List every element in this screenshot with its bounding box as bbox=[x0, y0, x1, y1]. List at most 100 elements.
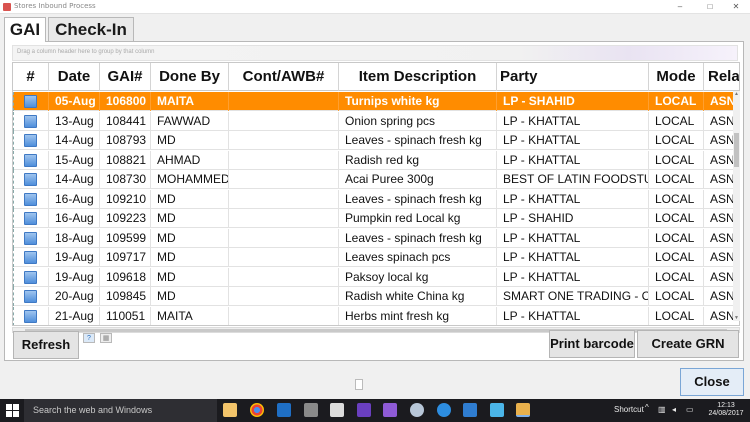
cell-party: LP - SHAHID bbox=[497, 92, 649, 111]
tray-volume-icon[interactable]: ◂ bbox=[672, 405, 676, 414]
col-header-rela[interactable]: Rela bbox=[704, 63, 739, 91]
table-row[interactable]: 20-Aug 109845 MD Radish white China kg SMART… bbox=[13, 287, 739, 306]
scroll-down-arrow-icon[interactable]: ▼ bbox=[733, 315, 740, 321]
table-row[interactable]: 18-Aug 109599 MD Leaves - spinach fresh kg L… bbox=[13, 228, 739, 248]
gai-panel: Drag a column header here to group by th… bbox=[4, 41, 744, 361]
cell-party: LP - SHAHID bbox=[497, 209, 649, 228]
table-row[interactable]: 16-Aug 109210 MD Leaves - spinach fresh kg L… bbox=[13, 189, 739, 209]
tray-network-icon[interactable]: ▥ bbox=[658, 405, 666, 414]
scroll-up-arrow-icon[interactable]: ▲ bbox=[733, 91, 740, 97]
cell-checkbox[interactable] bbox=[13, 111, 49, 131]
table-row[interactable]: 19-Aug 109717 MD Leaves spinach pcs LP - KHA… bbox=[13, 248, 739, 267]
col-header-party[interactable]: Party bbox=[497, 63, 649, 91]
table-row[interactable]: 14-Aug 108730 MOHAMMED Acai Puree 300g BEST … bbox=[13, 170, 739, 189]
notepad-icon[interactable] bbox=[330, 403, 344, 417]
cell-checkbox[interactable] bbox=[13, 287, 49, 306]
cell-checkbox[interactable] bbox=[13, 228, 49, 248]
maximize-button[interactable]: □ bbox=[696, 0, 724, 14]
edge-icon[interactable] bbox=[437, 403, 451, 417]
windows-start-icon[interactable] bbox=[6, 404, 19, 417]
table-row[interactable]: 13-Aug 108441 FAWWAD Onion spring pcs LP - K… bbox=[13, 111, 739, 131]
row-select-checkbox[interactable] bbox=[24, 290, 37, 303]
row-select-checkbox[interactable] bbox=[24, 212, 37, 225]
cell-done-by: MD bbox=[151, 248, 229, 267]
row-select-checkbox[interactable] bbox=[24, 153, 37, 167]
print-barcode-button[interactable]: Print barcode bbox=[549, 330, 635, 358]
file-explorer-icon[interactable] bbox=[223, 403, 237, 417]
cell-checkbox[interactable] bbox=[13, 209, 49, 228]
table-row[interactable]: 14-Aug 108793 MD Leaves - spinach fresh kg L… bbox=[13, 131, 739, 150]
grid-vertical-scrollbar[interactable]: ▲ ▼ bbox=[733, 91, 740, 321]
taskbar-clock[interactable]: 12:13 24/08/2017 bbox=[706, 402, 746, 418]
cell-party: SMART ONE TRADING - C... bbox=[497, 287, 649, 306]
taskbar-search-box[interactable]: Search the web and Windows bbox=[24, 399, 217, 422]
cell-date: 19-Aug bbox=[49, 248, 100, 267]
row-indicator bbox=[13, 111, 21, 131]
cell-date: 13-Aug bbox=[49, 111, 100, 131]
group-by-bar[interactable]: Drag a column header here to group by th… bbox=[12, 45, 738, 61]
table-row[interactable]: 05-Aug 106800 MAITA Turnips white kg LP - SH… bbox=[13, 92, 739, 111]
help-icon[interactable]: ? bbox=[83, 333, 95, 343]
row-select-checkbox[interactable] bbox=[24, 192, 37, 206]
stores-app-icon[interactable] bbox=[516, 403, 530, 417]
cell-checkbox[interactable] bbox=[13, 189, 49, 209]
row-select-checkbox[interactable] bbox=[24, 95, 37, 108]
tray-chevron-icon[interactable]: ^ bbox=[645, 403, 649, 412]
table-row[interactable]: 21-Aug 110051 MAITA Herbs mint fresh kg LP -… bbox=[13, 306, 739, 325]
row-select-checkbox[interactable] bbox=[24, 134, 37, 147]
cell-done-by: MAITA bbox=[151, 306, 229, 325]
tray-language-icon[interactable]: ▭ bbox=[686, 405, 694, 414]
col-header-done-by[interactable]: Done By bbox=[151, 63, 229, 91]
tray-shortcut-label[interactable]: Shortcut bbox=[614, 405, 644, 414]
cell-party: LP - KHATTAL bbox=[497, 306, 649, 325]
close-button[interactable]: Close bbox=[680, 368, 744, 396]
row-select-checkbox[interactable] bbox=[24, 173, 37, 186]
col-header-date[interactable]: Date bbox=[49, 63, 100, 91]
row-select-checkbox[interactable] bbox=[24, 114, 37, 128]
cell-gai: 108793 bbox=[100, 131, 151, 150]
cell-party: LP - KHATTAL bbox=[497, 111, 649, 131]
cell-checkbox[interactable] bbox=[13, 306, 49, 325]
col-header-cont-awb[interactable]: Cont/AWB# bbox=[229, 63, 339, 91]
col-header-gai[interactable]: GAI# bbox=[100, 63, 151, 91]
table-row[interactable]: 16-Aug 109223 MD Pumpkin red Local kg LP - S… bbox=[13, 209, 739, 228]
close-window-button[interactable]: ✕ bbox=[722, 0, 750, 14]
table-row[interactable]: 19-Aug 109618 MD Paksoy local kg LP - KHATTA… bbox=[13, 267, 739, 287]
col-header-mode[interactable]: Mode bbox=[649, 63, 704, 91]
col-header-item-description[interactable]: Item Description bbox=[339, 63, 497, 91]
row-select-checkbox[interactable] bbox=[24, 231, 37, 245]
row-select-checkbox[interactable] bbox=[24, 251, 37, 264]
tab-check-in[interactable]: Check-In bbox=[48, 17, 134, 41]
cell-mode: LOCAL bbox=[649, 170, 704, 189]
refresh-button[interactable]: Refresh bbox=[13, 331, 79, 359]
minimize-button[interactable]: – bbox=[666, 0, 694, 14]
row-select-checkbox[interactable] bbox=[24, 270, 37, 284]
tools-icon[interactable] bbox=[304, 403, 318, 417]
cell-checkbox[interactable] bbox=[13, 267, 49, 287]
app-icon-blue[interactable] bbox=[463, 403, 477, 417]
app-icon-gray[interactable] bbox=[410, 403, 424, 417]
cell-checkbox[interactable] bbox=[13, 131, 49, 150]
row-indicator bbox=[13, 92, 21, 111]
tab-gai[interactable]: GAI bbox=[4, 17, 46, 42]
grid-header: # Date GAI# Done By Cont/AWB# Item Descr… bbox=[13, 63, 739, 91]
grid-settings-icon[interactable]: ▦ bbox=[100, 333, 112, 343]
cell-done-by: MD bbox=[151, 189, 229, 209]
cell-checkbox[interactable] bbox=[13, 150, 49, 170]
create-grn-button[interactable]: Create GRN bbox=[637, 330, 739, 358]
scroll-thumb[interactable] bbox=[734, 133, 739, 167]
cell-checkbox[interactable] bbox=[13, 170, 49, 189]
table-row[interactable]: 15-Aug 108821 AHMAD Radish red kg LP - KHATT… bbox=[13, 150, 739, 170]
visual-studio-icon[interactable] bbox=[357, 403, 371, 417]
outlook-icon[interactable] bbox=[277, 403, 291, 417]
chrome-icon[interactable] bbox=[250, 403, 264, 417]
cell-mode: LOCAL bbox=[649, 92, 704, 111]
col-header-number[interactable]: # bbox=[13, 63, 49, 91]
row-select-checkbox[interactable] bbox=[24, 309, 37, 323]
visual-studio-2-icon[interactable] bbox=[383, 403, 397, 417]
cell-checkbox[interactable] bbox=[13, 248, 49, 267]
cell-checkbox[interactable] bbox=[13, 92, 49, 111]
app-icon-cyan[interactable] bbox=[490, 403, 504, 417]
small-checkbox[interactable] bbox=[355, 379, 363, 390]
cell-date: 05-Aug bbox=[49, 92, 100, 111]
